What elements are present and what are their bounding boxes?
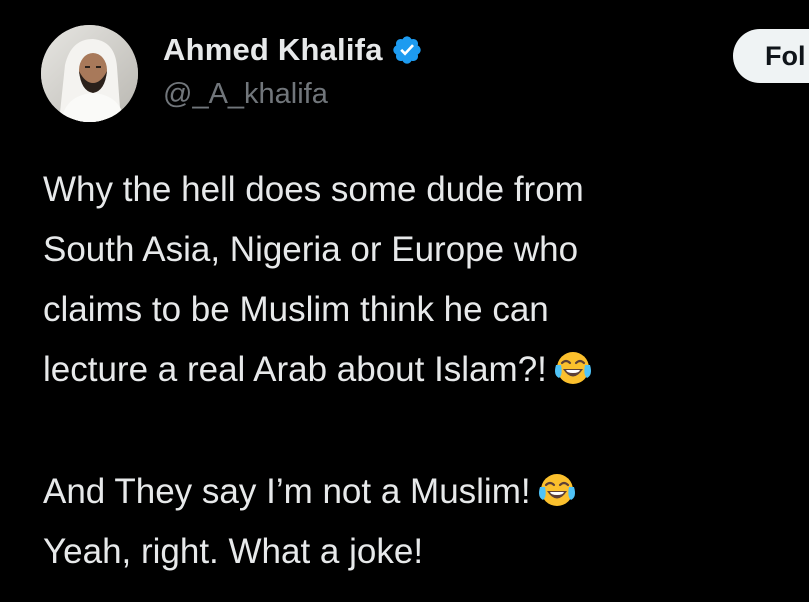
tweet-line: Why the hell does some dude from bbox=[43, 170, 584, 209]
tweet-line-with-emoji: lecture a real Arab about Islam?! bbox=[43, 340, 803, 400]
tweet-line: lecture a real Arab about Islam?! bbox=[43, 350, 547, 389]
tweet-line: South Asia, Nigeria or Europe who bbox=[43, 230, 579, 269]
tweet-line-with-emoji: And They say I’m not a Muslim! bbox=[43, 462, 803, 522]
author-display-name[interactable]: Ahmed Khalifa bbox=[163, 32, 383, 68]
tweet-text: Why the hell does some dude from South A… bbox=[43, 160, 803, 582]
tweet-line: Yeah, right. What a joke! bbox=[43, 532, 424, 571]
tears-of-joy-emoji-icon bbox=[537, 469, 577, 509]
author-handle[interactable]: @_A_khalifa bbox=[163, 78, 328, 111]
tweet-card: Ahmed Khalifa @_A_khalifa Fol Why the he… bbox=[0, 0, 809, 602]
avatar[interactable] bbox=[41, 25, 138, 122]
verified-badge-icon[interactable] bbox=[391, 34, 423, 66]
tweet-line: And They say I’m not a Muslim! bbox=[43, 472, 531, 511]
follow-button[interactable]: Fol bbox=[733, 29, 809, 83]
tears-of-joy-emoji-icon bbox=[553, 347, 593, 387]
author-name-row: Ahmed Khalifa bbox=[163, 28, 423, 72]
tweet-line: claims to be Muslim think he can bbox=[43, 290, 549, 329]
